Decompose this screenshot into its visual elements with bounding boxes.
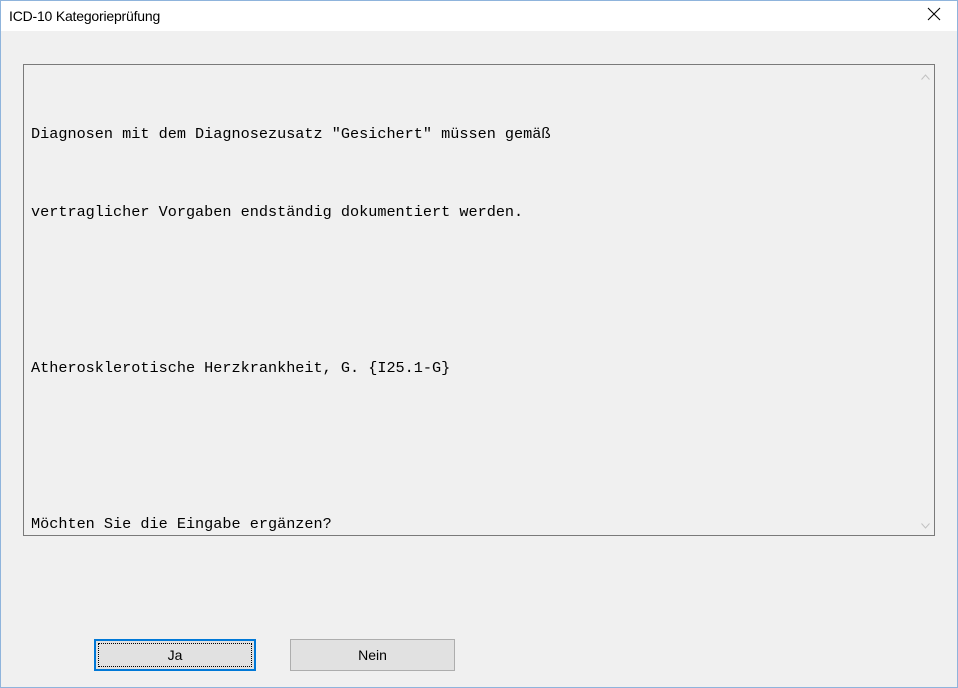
- title-bar[interactable]: ICD-10 Kategorieprüfung: [1, 1, 957, 31]
- scroll-up-button[interactable]: [917, 67, 934, 84]
- message-line: Atherosklerotische Herzkrankheit, G. {I2…: [31, 359, 451, 377]
- chevron-down-icon: [921, 516, 930, 534]
- message-line: [31, 277, 911, 303]
- no-button[interactable]: Nein: [290, 639, 455, 671]
- message-line: [31, 433, 911, 459]
- window-title: ICD-10 Kategorieprüfung: [9, 8, 161, 24]
- scroll-down-button[interactable]: [917, 516, 934, 533]
- message-line: Diagnosen mit dem Diagnosezusatz "Gesich…: [31, 125, 551, 143]
- focus-rectangle: [98, 643, 252, 667]
- vertical-scrollbar[interactable]: [917, 65, 934, 535]
- dialog-body: Diagnosen mit dem Diagnosezusatz "Gesich…: [1, 31, 957, 687]
- close-button[interactable]: [911, 1, 957, 31]
- yes-button[interactable]: Ja: [94, 639, 256, 671]
- close-icon: [927, 7, 941, 26]
- dialog-window: ICD-10 Kategorieprüfung Diagnosen mit de…: [0, 0, 958, 688]
- no-button-label: Nein: [358, 647, 387, 663]
- message-line: Möchten Sie die Eingabe ergänzen?: [31, 515, 332, 533]
- message-text: Diagnosen mit dem Diagnosezusatz "Gesich…: [31, 69, 911, 589]
- chevron-up-icon: [921, 67, 930, 85]
- message-textbox[interactable]: Diagnosen mit dem Diagnosezusatz "Gesich…: [23, 64, 935, 536]
- message-line: vertraglicher Vorgaben endständig dokume…: [31, 203, 524, 221]
